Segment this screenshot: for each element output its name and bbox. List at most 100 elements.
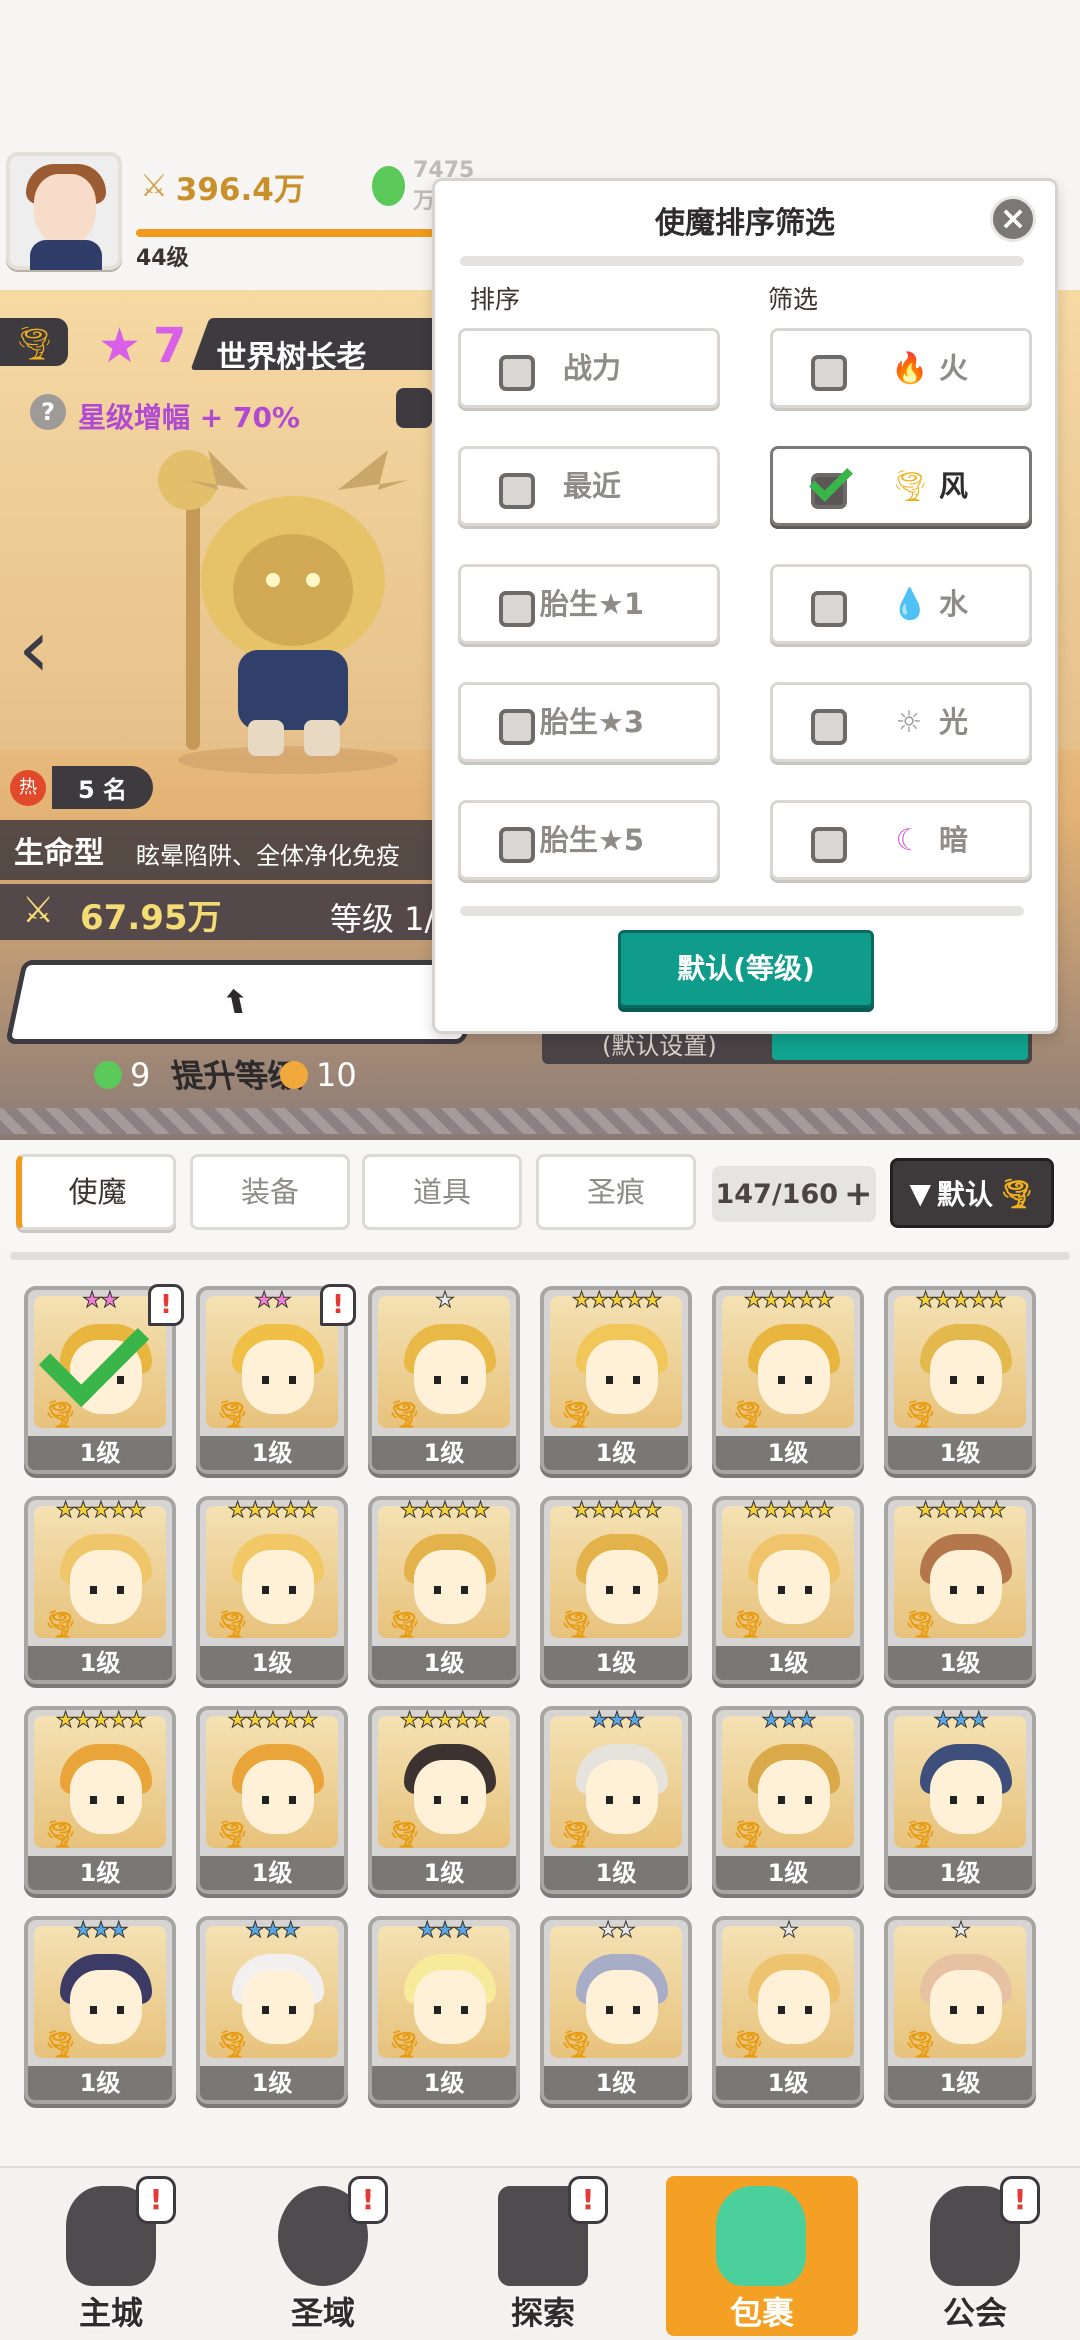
- hero-skill: 眩晕陷阱、全体净化免疫: [136, 842, 400, 870]
- modal-divider-bottom: [460, 906, 1024, 916]
- familiar-eyes: [950, 1586, 984, 1594]
- nav-sanctuary[interactable]: ! 圣域: [248, 2176, 398, 2336]
- tab-items[interactable]: 道具: [362, 1154, 522, 1230]
- alert-icon: !: [348, 2176, 388, 2224]
- familiar-level: 1级: [544, 1646, 688, 1680]
- alert-icon: !: [320, 1284, 356, 1326]
- default-level-button[interactable]: 默认(等级): [618, 930, 874, 1008]
- familiar-portrait: 🌪: [206, 1926, 338, 2060]
- familiar-card[interactable]: 🌪 ★★★★★ 1级: [24, 1496, 176, 1684]
- nav-label: 公会: [942, 2294, 1007, 2332]
- nav-label: 探索: [510, 2294, 575, 2332]
- checkbox[interactable]: [809, 458, 853, 509]
- familiar-card[interactable]: 🌪 ★★★★★ 1级: [368, 1496, 520, 1684]
- tab-familiar[interactable]: 使魔: [16, 1154, 176, 1230]
- familiar-portrait: 🌪: [550, 1296, 682, 1430]
- familiar-card[interactable]: 🌪 ★★★★★ 1级: [884, 1286, 1036, 1474]
- filter-option-label: 火: [939, 351, 969, 385]
- sort-filter-button[interactable]: ▼ 默认 🌪: [890, 1158, 1054, 1228]
- sort-option[interactable]: 最近: [458, 446, 720, 526]
- help-icon[interactable]: ?: [30, 394, 66, 430]
- familiar-card[interactable]: 🌪 ★★★ 1级: [884, 1706, 1036, 1894]
- familiar-card[interactable]: 🌪 ★★★★★ 1级: [540, 1496, 692, 1684]
- familiar-card[interactable]: 🌪 ★ 1级: [368, 1286, 520, 1474]
- familiar-card[interactable]: 🌪 ★★★ 1级: [540, 1706, 692, 1894]
- familiar-level: 1级: [200, 1646, 344, 1680]
- familiar-card[interactable]: 🌪 ★★★ 1级: [196, 1916, 348, 2104]
- familiar-card[interactable]: 🌪 ★★★★★ 1级: [368, 1706, 520, 1894]
- familiar-card[interactable]: 🌪 ★ 1级: [884, 1916, 1036, 2104]
- filter-option[interactable]: 🌪 风: [770, 446, 1032, 526]
- familiar-portrait: 🌪: [722, 1716, 854, 1850]
- familiar-stars: ★★★★★: [399, 1708, 491, 1734]
- familiar-card[interactable]: 🌪 ★★ 1级 !: [196, 1284, 356, 1474]
- alert-icon: !: [1000, 2176, 1040, 2224]
- familiar-portrait: 🌪: [550, 1506, 682, 1640]
- player-avatar[interactable]: [6, 152, 122, 270]
- familiar-eyes: [606, 1376, 640, 1384]
- familiar-level: 1级: [888, 1436, 1032, 1470]
- sort-option-label: 胎生★3: [539, 705, 645, 739]
- nav-main-city[interactable]: ! 主城: [36, 2176, 186, 2336]
- familiar-card[interactable]: 🌪 ★★★★★ 1级: [712, 1286, 864, 1474]
- checkbox[interactable]: [811, 355, 847, 391]
- sort-option[interactable]: 胎生★1: [458, 564, 720, 644]
- familiar-level: 1级: [200, 1436, 344, 1470]
- sort-option[interactable]: 胎生★5: [458, 800, 720, 880]
- familiar-portrait: 🌪: [34, 1716, 166, 1850]
- nav-explore[interactable]: ! 探索: [468, 2176, 618, 2336]
- filter-option[interactable]: ☼ 光: [770, 682, 1032, 762]
- sort-option[interactable]: 战力: [458, 328, 720, 408]
- checkbox[interactable]: [811, 591, 847, 627]
- cost-gold: 10: [280, 1056, 357, 1094]
- familiar-stars: ★★★★★: [227, 1498, 319, 1524]
- wind-icon: 🌪: [732, 1400, 766, 1430]
- wind-icon: 🌪: [388, 1820, 422, 1850]
- familiar-card[interactable]: 🌪 ★★★ 1级: [24, 1916, 176, 2104]
- familiar-level: 1级: [716, 1856, 860, 1890]
- filter-option-label: 光: [939, 705, 969, 739]
- familiar-stars: ★★★★★: [915, 1498, 1007, 1524]
- wind-icon: 🌪: [904, 2030, 938, 2060]
- familiar-card[interactable]: 🌪 ★★★ 1级: [368, 1916, 520, 2104]
- familiar-card[interactable]: 🌪 ★★★★★ 1级: [540, 1286, 692, 1474]
- close-icon[interactable]: ×: [990, 196, 1036, 242]
- familiar-eyes: [606, 1586, 640, 1594]
- tab-equipment[interactable]: 装备: [190, 1154, 350, 1230]
- familiar-card[interactable]: 🌪 ★★ 1级: [540, 1916, 692, 2104]
- filter-option[interactable]: ☾ 暗: [770, 800, 1032, 880]
- green-gem-icon: [372, 166, 406, 206]
- sort-option[interactable]: 胎生★3: [458, 682, 720, 762]
- filter-option[interactable]: 💧 水: [770, 564, 1032, 644]
- nav-guild[interactable]: ! 公会: [900, 2176, 1050, 2336]
- familiar-card[interactable]: 🌪 ★★★★★ 1级: [884, 1496, 1036, 1684]
- previous-hero-arrow[interactable]: ‹: [18, 602, 66, 695]
- wind-icon: 🌪: [44, 1610, 78, 1640]
- tab-stigmata[interactable]: 圣痕: [536, 1154, 696, 1230]
- familiar-card[interactable]: 🌪 ★★★ 1级: [712, 1706, 864, 1894]
- familiar-card[interactable]: 🌪 ★★★★★ 1级: [24, 1706, 176, 1894]
- familiar-card[interactable]: 🌪 ★★ 1级 !: [24, 1284, 184, 1474]
- sort-label: 默认: [936, 1178, 993, 1211]
- filter-option[interactable]: 🔥 火: [770, 328, 1032, 408]
- upgrade-level-button[interactable]: ⬆ 提升等级: [5, 960, 483, 1095]
- familiar-level: 1级: [200, 2066, 344, 2100]
- familiar-card[interactable]: 🌪 ★ 1级: [712, 1916, 864, 2104]
- checkbox[interactable]: [811, 709, 847, 745]
- familiar-stars: ★★★★★: [55, 1708, 147, 1734]
- exp-bar: [136, 229, 436, 237]
- familiar-portrait: 🌪: [894, 1926, 1026, 2060]
- familiar-card[interactable]: 🌪 ★★★★★ 1级: [712, 1496, 864, 1684]
- familiar-level: 1级: [888, 1646, 1032, 1680]
- familiar-card[interactable]: 🌪 ★★★★★ 1级: [196, 1496, 348, 1684]
- familiar-card[interactable]: 🌪 ★★★★★ 1级: [196, 1706, 348, 1894]
- nav-bag[interactable]: 包裹: [666, 2176, 858, 2336]
- familiar-stars: ★★★★★: [743, 1288, 835, 1314]
- familiar-count[interactable]: 147/160 +: [712, 1166, 876, 1222]
- checkbox[interactable]: [811, 827, 847, 863]
- sort-option-label: 战力: [562, 351, 621, 385]
- wind-icon: 🌪: [904, 1820, 938, 1850]
- cost-green: 9: [94, 1056, 150, 1094]
- familiar-eyes: [778, 1586, 812, 1594]
- lock-icon[interactable]: [396, 388, 432, 428]
